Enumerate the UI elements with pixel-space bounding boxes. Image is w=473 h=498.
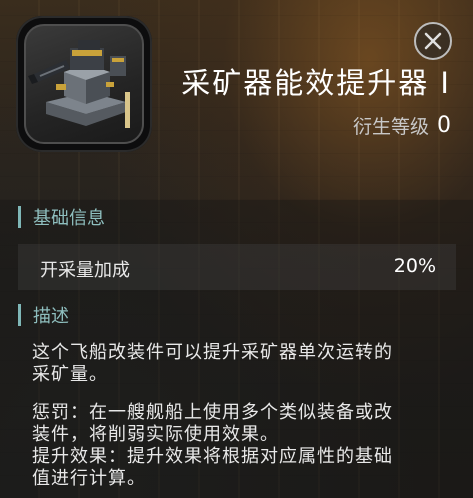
description-line-2: 采矿量。	[32, 364, 108, 385]
section-description-title: 描述	[33, 306, 69, 327]
section-basic-info-header: 基础信息	[18, 204, 105, 230]
derivation-level: 衍生等级 0	[353, 112, 451, 139]
bonus-line-2: 值进行计算。	[32, 468, 146, 489]
item-title: 采矿器能效提升器 I	[181, 66, 451, 100]
item-icon-frame	[16, 16, 152, 152]
section-accent-bar	[18, 304, 21, 326]
derivation-level-value: 0	[437, 113, 451, 138]
close-button[interactable]	[414, 22, 452, 60]
bonus-line-1: 提升效果：提升效果将根据对应属性的基础	[32, 446, 393, 467]
stat-row-mining-yield: 开采量加成 20%	[18, 244, 456, 290]
penalty-line-2: 装件，将削弱实际使用效果。	[32, 424, 279, 445]
stat-value: 20%	[393, 255, 436, 277]
description-line-1: 这个飞船改装件可以提升采矿器单次运转的	[32, 342, 393, 363]
derivation-level-label: 衍生等级	[352, 116, 429, 138]
stat-name: 开采量加成	[40, 260, 130, 281]
item-info-panel: 采矿器能效提升器 I 衍生等级 0 基础信息 开采量加成 20% 描述 这个飞船…	[0, 0, 473, 498]
tier-indicator-bar	[125, 92, 130, 128]
item-icon	[24, 24, 144, 144]
section-description-header: 描述	[18, 302, 69, 328]
section-basic-info-title: 基础信息	[33, 208, 105, 229]
section-accent-bar	[18, 206, 21, 228]
penalty-line-1: 惩罚：在一艘舰船上使用多个类似装备或改	[32, 402, 393, 423]
close-icon	[424, 32, 442, 50]
